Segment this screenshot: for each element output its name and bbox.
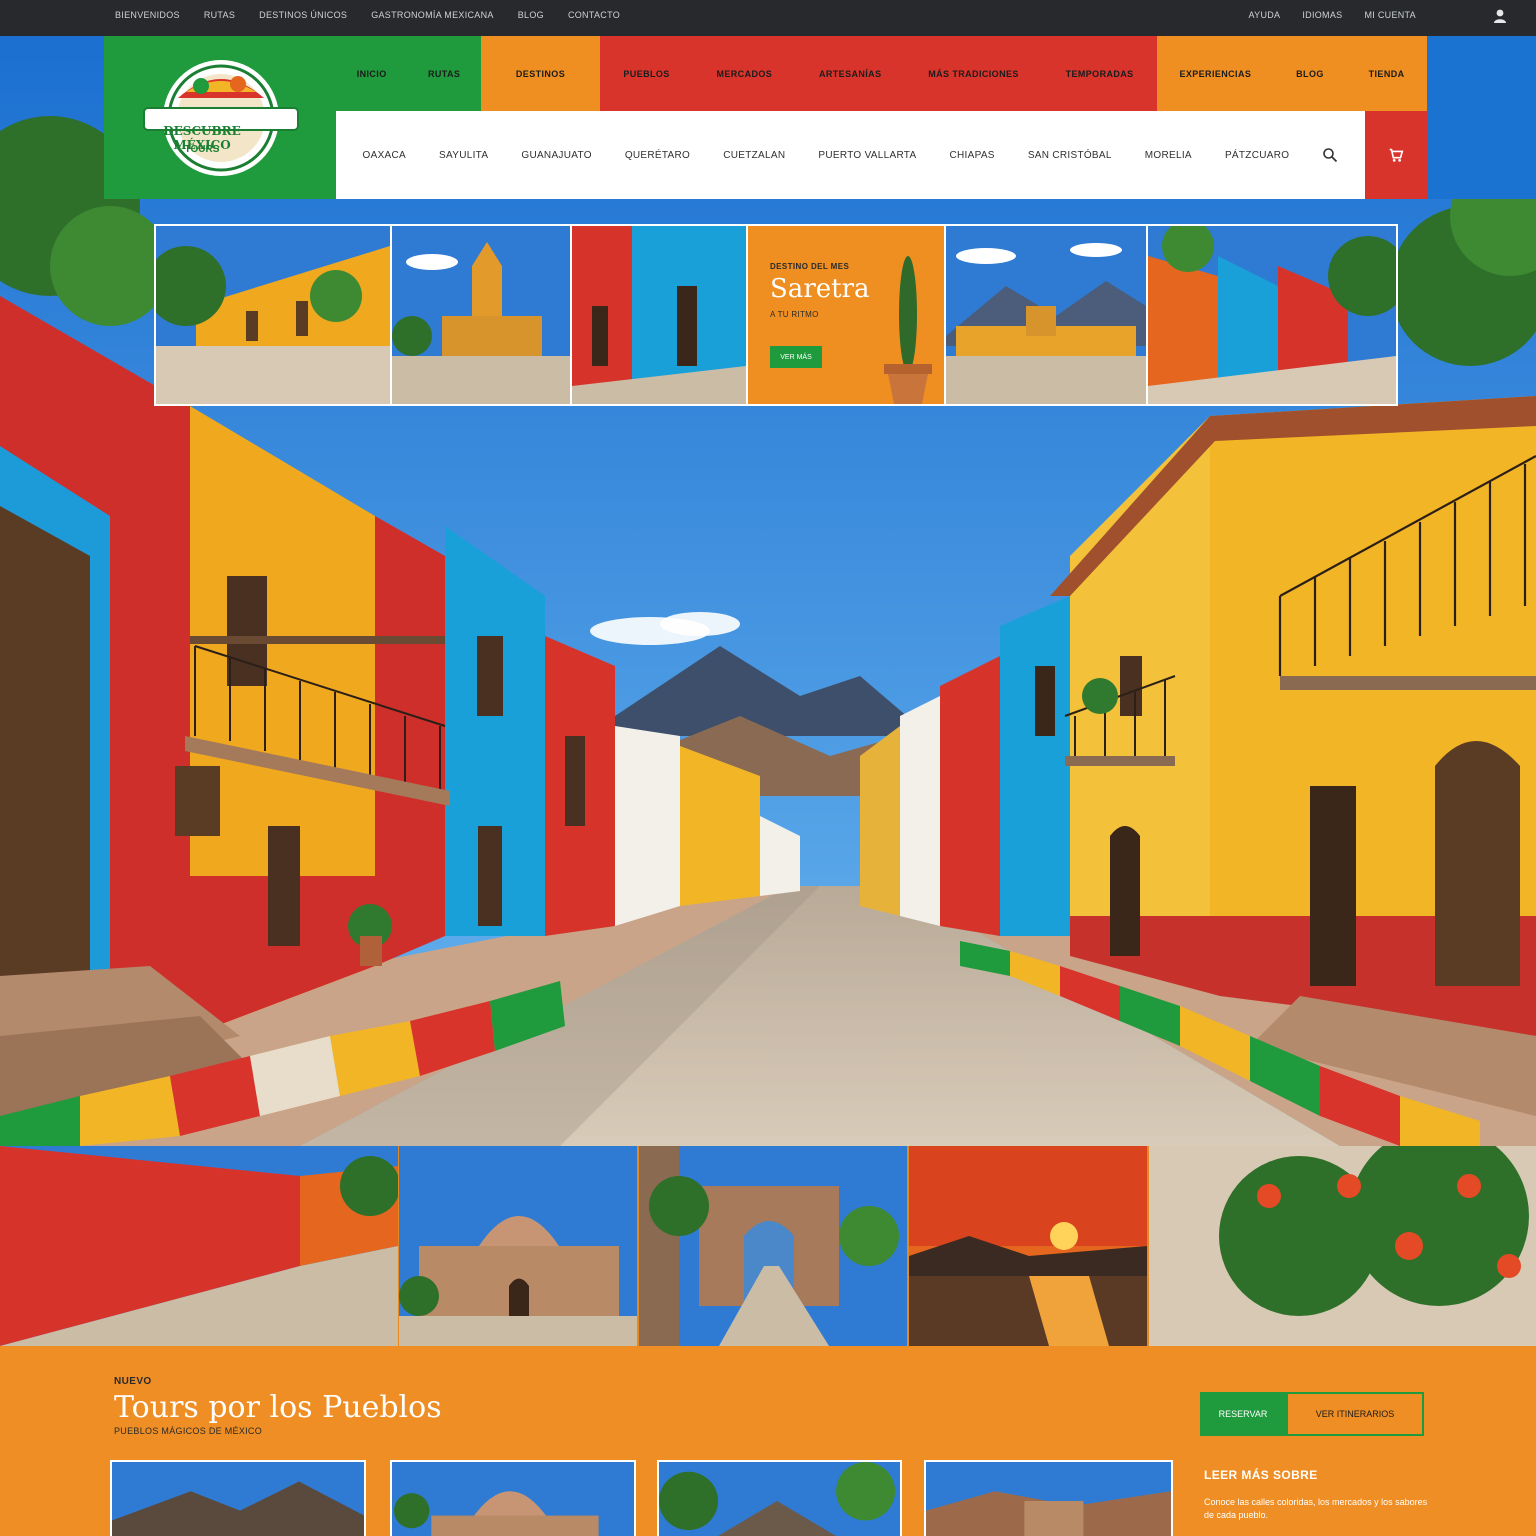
read-more-title[interactable]: LEER MÁS SOBRE (1204, 1468, 1318, 1482)
subnav-item-9[interactable]: MORELIA (1145, 150, 1192, 161)
cart-icon (1389, 148, 1404, 162)
gallery-photo-church[interactable] (392, 226, 570, 404)
arch-image (639, 1146, 907, 1346)
sub-nav: OAXACA SAYULITA GUANAJUATO QUERÉTARO CUE… (336, 111, 1365, 199)
top-utility-bar: BIENVENIDOS RUTAS DESTINOS ÚNICOS GASTRO… (0, 0, 1536, 36)
flowers-image (1149, 1146, 1536, 1346)
nav-item-experiences[interactable]: EXPERIENCIAS (1179, 69, 1251, 79)
top-link-languages[interactable]: IDIOMAS (1302, 10, 1342, 20)
bottom-gallery (0, 1146, 1536, 1346)
top-link-gastronomy[interactable]: GASTRONOMÍA MEXICANA (371, 10, 494, 20)
subnav-item-10[interactable]: PÁTZCUARO (1225, 150, 1289, 161)
section-tagline: PUEBLOS MÁGICOS DE MÉXICO (114, 1426, 263, 1436)
brand-logo (143, 60, 299, 176)
promo-title: Saretra (770, 274, 870, 304)
gallery-photo-flowers[interactable] (1149, 1146, 1536, 1346)
nav-item-markets[interactable]: MERCADOS (716, 69, 772, 79)
promo-tag: DESTINO DEL MES (770, 262, 850, 271)
read-more-text: Conoce las calles coloridas, los mercado… (1204, 1497, 1428, 1520)
subnav-item-4[interactable]: QUERÉTARO (625, 150, 690, 161)
top-gallery: DESTINO DEL MES Saretra A TU RITMO VER M… (154, 224, 1398, 406)
subnav-item-7[interactable]: CHIAPAS (950, 150, 995, 161)
nav-item-routes[interactable]: RUTAS (428, 69, 460, 79)
subnav-item-5[interactable]: CUETZALAN (723, 150, 785, 161)
section-eyebrow: NUEVO (114, 1376, 152, 1387)
promo-card: DESTINO DEL MES Saretra A TU RITMO VER M… (748, 226, 944, 404)
nav-item-seasons[interactable]: TEMPORADAS (1066, 69, 1134, 79)
subnav-item-1[interactable]: OAXACA (363, 150, 406, 161)
main-nav-green-group: INICIO RUTAS (336, 36, 481, 111)
gallery-photo-palm-street[interactable] (1148, 226, 1396, 404)
tour-thumb-trees[interactable] (657, 1460, 902, 1536)
main-nav-orange-right-group: EXPERIENCIAS BLOG TIENDA (1157, 36, 1427, 111)
itineraries-button[interactable]: VER ITINERARIOS (1286, 1392, 1424, 1436)
palm-street-image (1148, 226, 1396, 404)
user-icon[interactable] (1492, 8, 1508, 24)
nav-item-home[interactable]: INICIO (357, 69, 387, 79)
hero-street-image (0, 36, 1536, 1146)
subnav-item-3[interactable]: GUANAJUATO (521, 150, 591, 161)
brand-sub: TOURS (184, 144, 220, 155)
top-link-account[interactable]: MI CUENTA (1364, 10, 1416, 20)
cactus-pot-image (884, 256, 932, 404)
subnav-item-2[interactable]: SAYULITA (439, 150, 488, 161)
village-thumb-image (926, 1462, 1171, 1536)
gallery-photo-yellow-street[interactable] (156, 226, 390, 404)
cart-button[interactable] (1365, 111, 1427, 199)
subnav-item-6[interactable]: PUERTO VALLARTA (818, 150, 916, 161)
main-nav: INICIO RUTAS DESTINOS PUEBLOS MERCADOS A… (336, 36, 1427, 111)
gallery-photo-mountain-town[interactable] (946, 226, 1146, 404)
mountain-town-image (946, 226, 1146, 404)
gallery-photo-red-wall[interactable] (0, 1146, 398, 1346)
top-link-blog[interactable]: BLOG (518, 10, 544, 20)
nav-item-towns[interactable]: PUEBLOS (623, 69, 669, 79)
colorful-walls-image (572, 226, 746, 404)
mountains-thumb-image (112, 1462, 364, 1536)
top-links-right: AYUDA IDIOMAS MI CUENTA (1249, 10, 1417, 20)
main-nav-orange-group: DESTINOS (481, 36, 600, 111)
book-button[interactable]: RESERVAR (1200, 1392, 1286, 1436)
tour-thumb-village[interactable] (924, 1460, 1173, 1536)
gallery-photo-sunset[interactable] (909, 1146, 1147, 1346)
top-link-contact[interactable]: CONTACTO (568, 10, 620, 20)
header-accent-strip (1427, 36, 1536, 199)
promo-subtitle: A TU RITMO (770, 310, 819, 319)
gallery-photo-blue-red-walls[interactable] (572, 226, 746, 404)
section-cta-group: RESERVAR VER ITINERARIOS (1200, 1392, 1424, 1436)
sunset-image (909, 1146, 1147, 1346)
tour-thumb-mountains[interactable] (110, 1460, 366, 1536)
logo-block[interactable]: DESCUBRE MÉXICO TOURS (104, 36, 336, 199)
trees-thumb-image (659, 1462, 900, 1536)
search-icon[interactable] (1322, 147, 1338, 163)
gallery-photo-dome[interactable] (399, 1146, 637, 1346)
tour-thumb-dome[interactable] (390, 1460, 636, 1536)
top-link-welcome[interactable]: BIENVENIDOS (115, 10, 180, 20)
dome-image (399, 1146, 637, 1346)
subnav-item-8[interactable]: SAN CRISTÓBAL (1028, 150, 1112, 161)
section-headline: Tours por los Pueblos (114, 1390, 442, 1425)
top-links-left: BIENVENIDOS RUTAS DESTINOS ÚNICOS GASTRO… (115, 10, 620, 20)
nav-item-destinations[interactable]: DESTINOS (516, 69, 565, 79)
nav-item-traditions[interactable]: MÁS TRADICIONES (928, 69, 1019, 79)
nav-item-blog[interactable]: BLOG (1296, 69, 1324, 79)
top-link-unique-destinations[interactable]: DESTINOS ÚNICOS (259, 10, 347, 20)
gallery-photo-arch[interactable] (639, 1146, 907, 1346)
tours-section: NUEVO Tours por los Pueblos PUEBLOS MÁGI… (0, 1346, 1536, 1536)
promo-button[interactable]: VER MÁS (770, 346, 822, 368)
nav-item-crafts[interactable]: ARTESANÍAS (819, 69, 882, 79)
red-wall-image (0, 1146, 398, 1346)
church-image (392, 226, 570, 404)
hero-illustration (0, 36, 1536, 1146)
yellow-street-image (156, 226, 390, 404)
main-nav-red-group: PUEBLOS MERCADOS ARTESANÍAS MÁS TRADICIO… (600, 36, 1157, 111)
top-link-help[interactable]: AYUDA (1249, 10, 1281, 20)
top-link-routes[interactable]: RUTAS (204, 10, 235, 20)
nav-item-shop[interactable]: TIENDA (1369, 69, 1405, 79)
dome-thumb-image (392, 1462, 634, 1536)
